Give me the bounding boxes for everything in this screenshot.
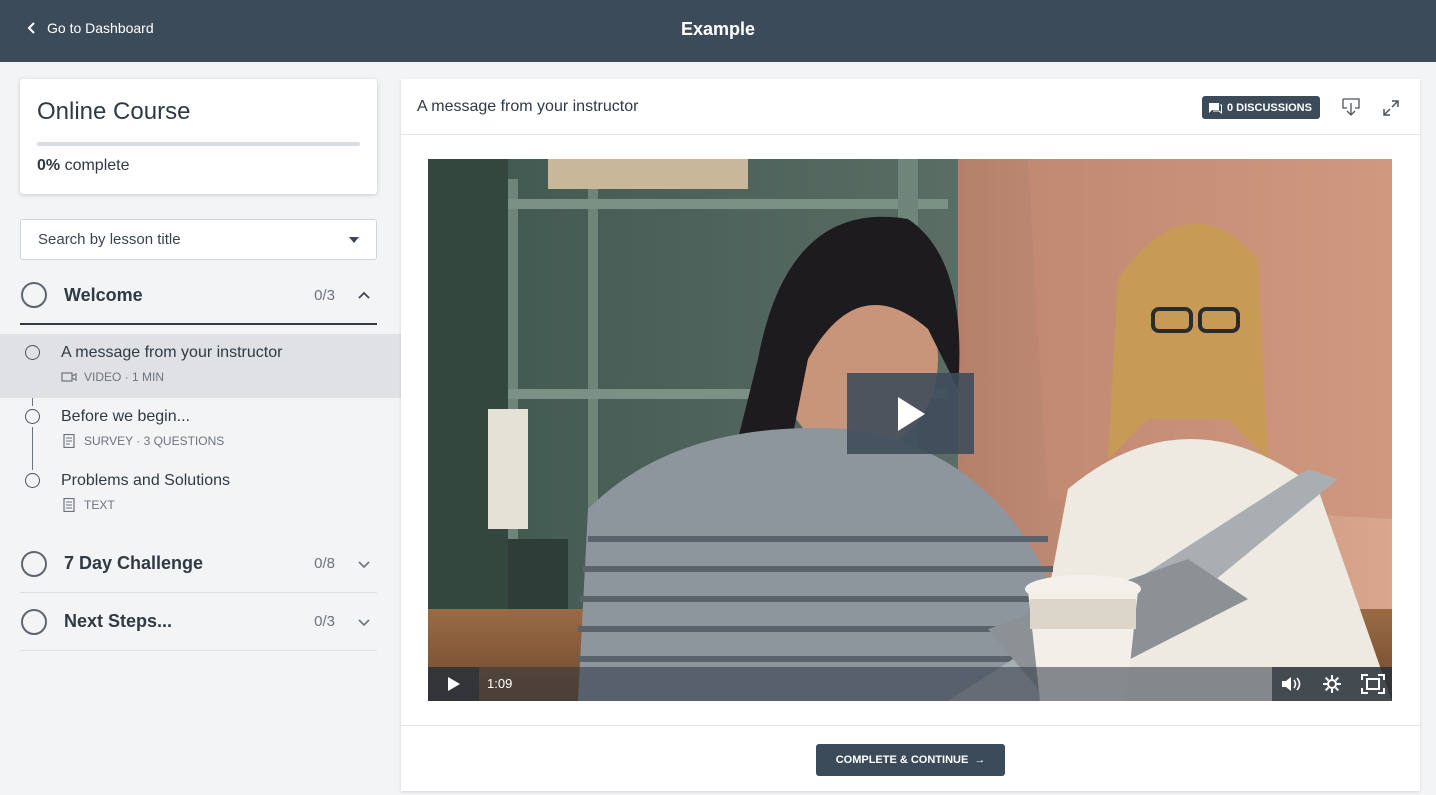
back-label: Go to Dashboard — [47, 20, 154, 36]
lesson-meta: TEXT — [61, 498, 115, 512]
video-controls-right — [1272, 667, 1392, 701]
gear-icon[interactable] — [1321, 674, 1343, 694]
progress-text: 0% complete — [37, 157, 360, 175]
lesson-title: A message from your instructor — [61, 344, 283, 361]
lesson-heading: A message from your instructor — [417, 98, 639, 115]
chapter-status-circle-icon — [21, 282, 47, 308]
chapter-title: 7 Day Challenge — [64, 553, 204, 573]
video-play-overlay-button[interactable] — [847, 373, 974, 454]
lesson-status-circle-icon — [25, 409, 40, 424]
course-name: Online Course — [37, 98, 191, 125]
chevron-up-icon — [358, 291, 370, 299]
text-icon — [63, 498, 75, 512]
chapter-title: Next Steps... — [64, 611, 173, 631]
download-icon[interactable] — [1340, 97, 1362, 117]
chevron-down-icon — [358, 618, 370, 626]
lesson-status-circle-icon — [25, 473, 40, 488]
discussions-button[interactable]: 0 DISCUSSIONS — [1202, 96, 1320, 119]
course-header-title: Example — [680, 19, 756, 39]
chapter-7-day-challenge[interactable]: 7 Day Challenge 0/8 — [20, 535, 377, 593]
play-icon — [447, 677, 460, 691]
complete-label: COMPLETE & CONTINUE — [835, 754, 969, 766]
chapter-count: 0/3 — [314, 613, 335, 630]
chevron-down-icon — [358, 560, 370, 568]
lesson-item-before-we-begin[interactable]: Before we begin... SURVEY · 3 QUESTIONS — [0, 398, 401, 462]
progress-word: complete — [64, 157, 130, 174]
arrow-right-icon: → — [974, 754, 986, 766]
volume-icon[interactable] — [1280, 674, 1302, 694]
fullscreen-icon[interactable] — [1361, 674, 1385, 694]
chapter-count: 0/3 — [314, 286, 335, 304]
expand-icon[interactable] — [1382, 99, 1400, 117]
lesson-meta-text: SURVEY · 3 QUESTIONS — [84, 434, 225, 448]
video-play-button[interactable] — [428, 667, 479, 701]
lesson-content-panel: A message from your instructor 0 DISCUSS… — [401, 79, 1420, 791]
discussions-label: 0 DISCUSSIONS — [1227, 101, 1312, 114]
search-placeholder: Search by lesson title — [38, 231, 181, 248]
lesson-meta: SURVEY · 3 QUESTIONS — [61, 434, 224, 448]
progress-bar — [37, 142, 360, 146]
lesson-title: Problems and Solutions — [61, 472, 230, 489]
chevron-left-icon — [27, 22, 35, 34]
chapter-welcome[interactable]: Welcome 0/3 — [20, 267, 377, 325]
course-progress-card: Online Course 0% complete — [20, 79, 377, 194]
play-icon — [897, 396, 925, 431]
top-bar: Go to Dashboard Example — [0, 0, 1436, 62]
lesson-meta-text: VIDEO · 1 MIN — [84, 370, 165, 384]
lesson-item-message-from-instructor[interactable]: A message from your instructor VIDEO · 1… — [0, 334, 401, 398]
progress-percent: 0% — [37, 157, 61, 174]
chapter-status-circle-icon — [21, 550, 47, 577]
go-to-dashboard-link[interactable]: Go to Dashboard — [26, 20, 154, 36]
lesson-header: A message from your instructor 0 DISCUSS… — [401, 79, 1420, 135]
video-time: 1:09 — [487, 676, 513, 691]
lesson-item-problems-and-solutions[interactable]: Problems and Solutions TEXT — [0, 462, 401, 526]
complete-and-continue-button[interactable]: COMPLETE & CONTINUE → — [816, 744, 1005, 776]
lesson-title: Before we begin... — [61, 408, 190, 425]
lesson-search-dropdown[interactable]: Search by lesson title — [20, 219, 377, 260]
chapter-next-steps[interactable]: Next Steps... 0/3 — [20, 593, 377, 651]
video-controls-bar: 1:09 — [428, 667, 1392, 701]
lesson-meta: VIDEO · 1 MIN — [61, 370, 164, 384]
chat-bubble-icon — [1209, 102, 1222, 114]
caret-down-icon — [349, 236, 359, 243]
video-icon — [61, 372, 77, 382]
lesson-footer: COMPLETE & CONTINUE → — [401, 725, 1420, 791]
chapter-count: 0/8 — [314, 555, 335, 572]
video-player[interactable]: 1:09 — [428, 159, 1392, 701]
chapter-status-circle-icon — [21, 608, 47, 635]
chapter-title: Welcome — [64, 284, 143, 305]
lesson-status-circle-icon — [25, 345, 40, 360]
survey-icon — [63, 434, 75, 448]
lesson-meta-text: TEXT — [84, 498, 115, 512]
